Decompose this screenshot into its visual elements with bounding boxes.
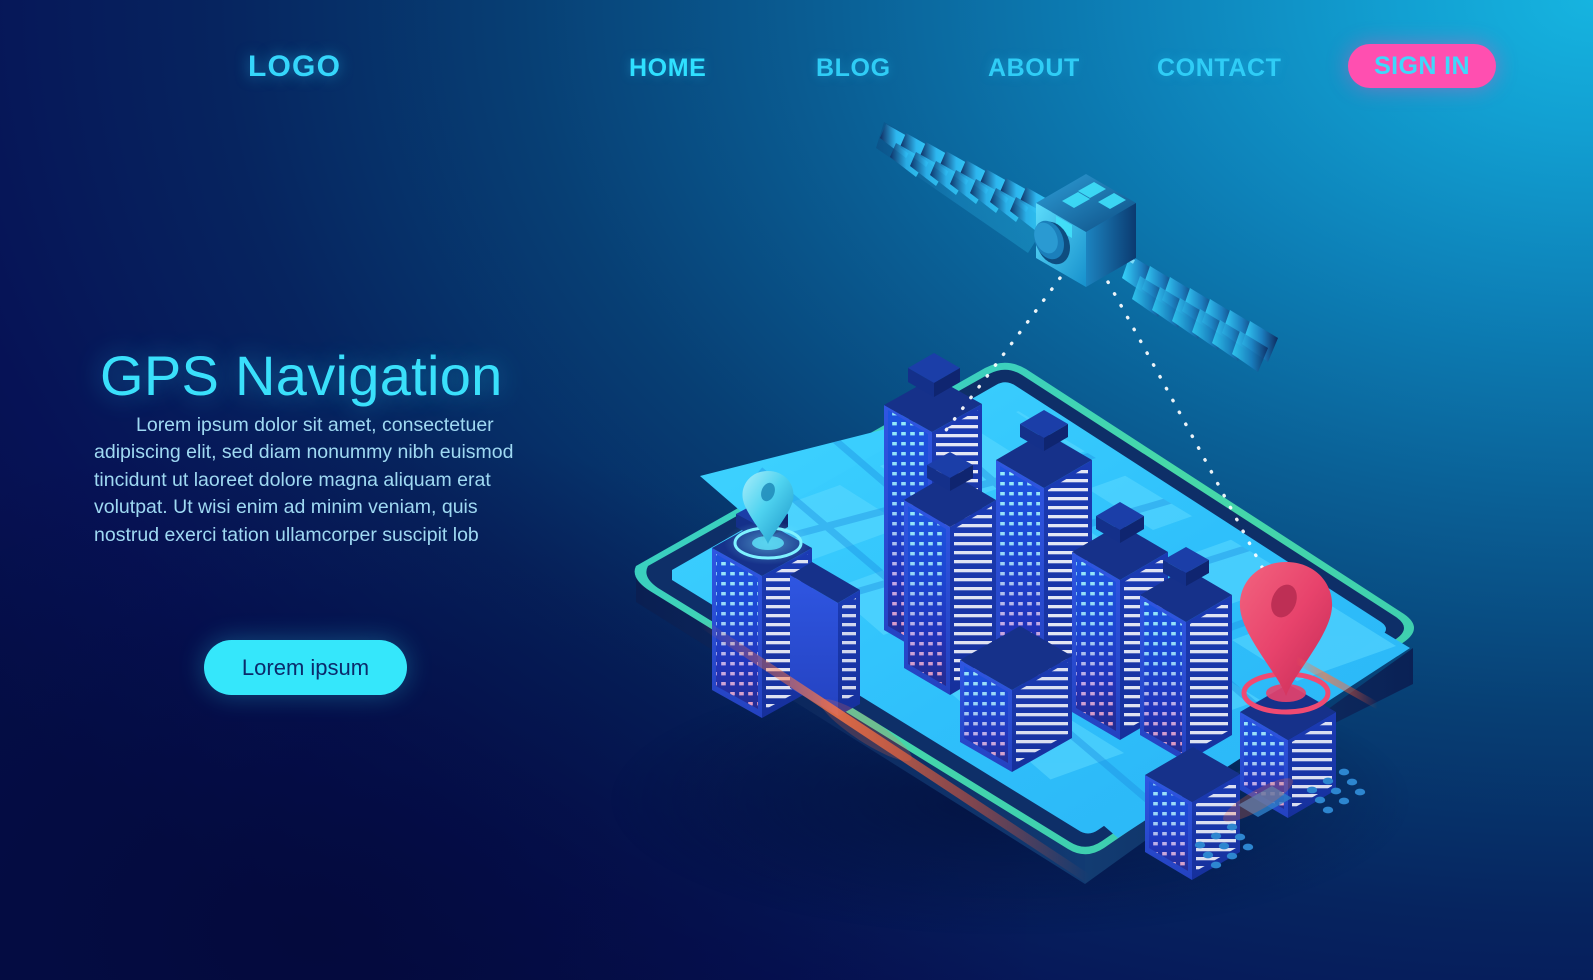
page-root: LOGO HOME BLOG ABOUT CONTACT SIGN IN GPS… bbox=[0, 0, 1593, 980]
cta-button[interactable]: Lorem ipsum bbox=[204, 640, 407, 695]
page-title: GPS Navigation bbox=[100, 344, 503, 407]
satellite bbox=[876, 122, 1278, 372]
building bbox=[1060, 540, 1074, 628]
logo[interactable]: LOGO bbox=[248, 50, 341, 84]
nav-link-about[interactable]: ABOUT bbox=[988, 54, 1080, 83]
cta-label: Lorem ipsum bbox=[241, 654, 370, 680]
nav-link-contact[interactable]: CONTACT bbox=[1157, 54, 1282, 83]
nav-link-blog[interactable]: BLOG bbox=[816, 54, 891, 83]
hero-description: Lorem ipsum dolor sit amet, consectetuer… bbox=[94, 414, 514, 546]
sign-in-button[interactable]: SIGN IN bbox=[1348, 44, 1496, 88]
top-navigation-bar: LOGO HOME BLOG ABOUT CONTACT SIGN IN bbox=[0, 0, 1593, 120]
solar-panel-right bbox=[1101, 242, 1278, 372]
satellite-body bbox=[1034, 174, 1136, 287]
sign-in-label: SIGN IN bbox=[1374, 51, 1470, 80]
nav-link-home[interactable]: HOME bbox=[629, 54, 706, 83]
